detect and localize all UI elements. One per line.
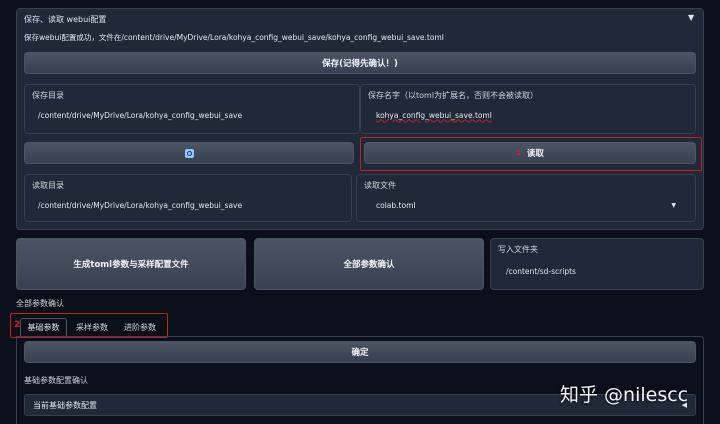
load-button-label: 读取: [526, 149, 544, 159]
confirm-all-button[interactable]: 全部参数确认: [254, 238, 484, 290]
tab-basic-label: 基础参数: [27, 323, 60, 332]
tab-sampling[interactable]: 采样参数: [72, 318, 112, 336]
save-name-input[interactable]: kohya_config_webui_save.toml: [364, 104, 688, 126]
load-file-select[interactable]: colab.toml ▼: [364, 194, 688, 216]
refresh-icon: [184, 148, 194, 158]
accordion-title[interactable]: 保存、读取 webui配置: [24, 14, 106, 25]
tab-sampling-label: 采样参数: [76, 322, 108, 332]
tab-basic[interactable]: 基础参数: [20, 318, 67, 336]
accordion-toggle-icon[interactable]: ▼: [688, 13, 694, 22]
save-name-value: kohya_config_webui_save.toml: [376, 110, 492, 120]
basic-confirm-label: 基础参数配置确认: [24, 376, 88, 385]
write-dir-label: 写入文件夹: [498, 245, 538, 254]
load-dir-label: 读取目录: [32, 181, 64, 190]
current-basic-config-label: 当前基础参数配置: [33, 400, 97, 410]
save-name-label: 保存名字（以toml为扩展名，否则不会被读取）: [368, 91, 539, 100]
step-1-marker: 1: [516, 149, 521, 157]
confirm-section-title: 全部参数确认: [16, 299, 64, 308]
tab-advanced-label: 进阶参数: [124, 322, 156, 332]
tab-advanced[interactable]: 进阶参数: [120, 318, 160, 336]
save-dir-label: 保存目录: [32, 91, 64, 100]
save-button[interactable]: 保存(记得先确认！): [24, 52, 696, 74]
save-status-text: 保存webui配置成功，文件在/content/drive/MyDrive/Lo…: [24, 33, 444, 42]
refresh-button[interactable]: [24, 142, 354, 164]
load-file-label: 读取文件: [364, 181, 396, 190]
dropdown-arrow-icon: ▼: [671, 201, 676, 209]
load-button[interactable]: 1 读取: [364, 142, 696, 164]
load-file-value: colab.toml: [376, 200, 416, 210]
ok-button[interactable]: 确定: [24, 341, 696, 363]
load-dir-input[interactable]: /content/drive/MyDrive/Lora/kohya_config…: [26, 194, 344, 216]
save-dir-input[interactable]: /content/drive/MyDrive/Lora/kohya_config…: [26, 104, 352, 126]
watermark: 知乎 @nilescc: [560, 384, 689, 406]
write-dir-input[interactable]: /content/sd-scripts: [494, 260, 696, 282]
generate-toml-button[interactable]: 生成toml参数与采样配置文件: [16, 238, 246, 290]
